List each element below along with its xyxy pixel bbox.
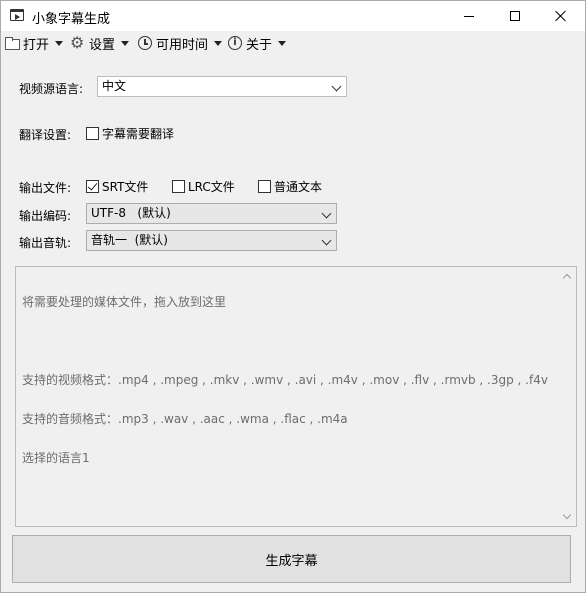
- chevron-down-icon: [331, 81, 342, 92]
- scroll-up-icon[interactable]: [562, 273, 572, 283]
- generate-subtitles-button[interactable]: 生成字幕: [12, 535, 571, 583]
- source-language-value: 中文: [102, 79, 127, 93]
- drop-area-text: 将需要处理的媒体文件，拖入放到这里 支持的视频格式：.mp4 , .mpeg ,…: [22, 270, 548, 491]
- audio-track-value: 音轨一 (默认): [91, 233, 168, 247]
- menu-bar: 打开 设置 可用时间 i 关于: [1, 31, 585, 55]
- clock-icon: [138, 36, 152, 50]
- chevron-down-icon: [278, 40, 287, 46]
- close-button[interactable]: [538, 1, 584, 31]
- vertical-scrollbar[interactable]: [559, 267, 576, 526]
- plain-text-checkbox[interactable]: [258, 180, 271, 193]
- menu-available-time-label: 可用时间: [156, 37, 209, 53]
- srt-label: SRT文件: [102, 180, 149, 194]
- encoding-value: UTF-8 (默认): [91, 206, 171, 220]
- plain-text-option[interactable]: 普通文本: [258, 178, 322, 195]
- menu-open[interactable]: 打开: [5, 34, 64, 53]
- close-icon: [555, 10, 567, 22]
- info-icon: i: [228, 36, 242, 50]
- audio-track-select[interactable]: 音轨一 (默认): [86, 230, 337, 251]
- media-drop-area[interactable]: 将需要处理的媒体文件，拖入放到这里 支持的视频格式：.mp4 , .mpeg ,…: [15, 266, 577, 527]
- output-file-label: 输出文件:: [19, 181, 72, 195]
- encoding-label: 输出编码:: [19, 209, 72, 223]
- lrc-checkbox[interactable]: [172, 180, 185, 193]
- source-language-label: 视频源语言:: [19, 82, 84, 96]
- srt-option[interactable]: SRT文件: [86, 178, 148, 195]
- window-title: 小象字幕生成: [32, 12, 111, 27]
- translate-checkbox-label: 字幕需要翻译: [102, 127, 175, 141]
- translate-checkbox-wrap[interactable]: 字幕需要翻译: [86, 125, 174, 142]
- app-icon: [10, 9, 24, 21]
- folder-icon: [5, 36, 20, 50]
- chevron-down-icon: [121, 40, 130, 46]
- srt-checkbox[interactable]: [86, 180, 99, 193]
- lrc-option[interactable]: LRC文件: [172, 178, 235, 195]
- maximize-button[interactable]: [492, 1, 538, 31]
- menu-open-label: 打开: [23, 37, 50, 53]
- translation-label: 翻译设置:: [19, 128, 72, 142]
- chevron-down-icon: [214, 40, 223, 46]
- menu-available-time[interactable]: 可用时间: [138, 34, 223, 53]
- gear-icon: [70, 33, 85, 52]
- title-bar[interactable]: 小象字幕生成: [1, 1, 585, 31]
- audio-formats: 支持的音频格式：.mp3 , .wav , .aac , .wma , .fla…: [22, 412, 348, 426]
- selected-language: 选择的语言1: [22, 451, 90, 465]
- source-language-select[interactable]: 中文: [97, 76, 347, 97]
- chevron-down-icon: [321, 235, 332, 246]
- menu-about[interactable]: i 关于: [228, 34, 287, 53]
- scroll-down-icon[interactable]: [562, 510, 572, 520]
- lrc-label: LRC文件: [188, 180, 235, 194]
- minimize-icon: [464, 15, 474, 17]
- maximize-icon: [510, 11, 520, 21]
- chevron-down-icon: [55, 40, 64, 46]
- menu-settings[interactable]: 设置: [70, 33, 130, 53]
- drop-hint: 将需要处理的媒体文件，拖入放到这里: [22, 295, 227, 309]
- audio-track-label: 输出音轨:: [19, 236, 72, 250]
- generate-button-label: 生成字幕: [265, 553, 318, 569]
- encoding-select[interactable]: UTF-8 (默认): [86, 203, 337, 224]
- minimize-button[interactable]: [446, 1, 492, 31]
- app-window: 小象字幕生成 打开 设置 可用时间 i 关于: [0, 0, 586, 593]
- video-formats: 支持的视频格式：.mp4 , .mpeg , .mkv , .wmv , .av…: [22, 373, 548, 387]
- plain-text-label: 普通文本: [274, 180, 323, 194]
- menu-about-label: 关于: [246, 37, 273, 53]
- menu-settings-label: 设置: [89, 37, 116, 53]
- translate-checkbox[interactable]: [86, 127, 99, 140]
- chevron-down-icon: [321, 208, 332, 219]
